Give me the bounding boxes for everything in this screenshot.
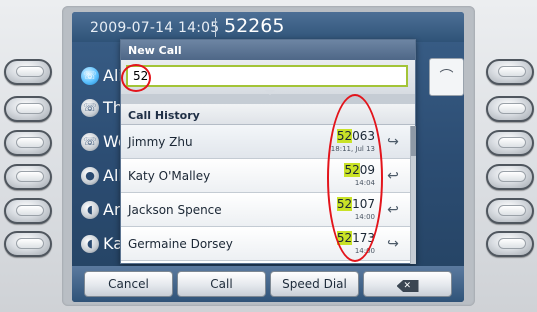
backspace-softkey[interactable]: ✕ <box>363 271 452 297</box>
divider <box>121 94 415 104</box>
number-match: 52 <box>336 197 353 211</box>
call-time: 14:04 <box>354 179 375 187</box>
right-line-key-1[interactable] <box>486 59 534 85</box>
status-divider <box>215 18 216 37</box>
call-time: 18:11, Jul 13 <box>330 145 375 153</box>
contact-number: 52107 <box>336 197 375 211</box>
left-line-key-1[interactable] <box>4 59 52 85</box>
number-rest: 063 <box>352 129 375 143</box>
outgoing-call-icon: ↪ <box>387 236 399 252</box>
number-match: 52 <box>336 231 353 245</box>
call-softkey[interactable]: Call <box>177 271 266 297</box>
contact-number: 52173 <box>336 231 375 245</box>
right-line-key-4[interactable] <box>486 164 534 190</box>
status-bar: 2009-07-14 14:05 52265 <box>72 12 464 42</box>
new-call-dialog: New Call 52 Call History Jimmy Zhu 52063… <box>120 39 416 264</box>
phone-screen: 2009-07-14 14:05 52265 ☏ Ali ☏ Th ☏ We ●… <box>72 12 464 302</box>
contact-number: 5209 <box>344 163 375 177</box>
number-rest: 09 <box>359 163 375 177</box>
entry-pointer <box>265 90 275 95</box>
contact-name: Katy O'Malley <box>128 169 211 183</box>
incoming-call-icon: ↩ <box>387 202 399 218</box>
dial-entry-area: 52 <box>121 60 415 95</box>
hangup-icon: ⌒ <box>439 69 454 85</box>
history-row[interactable]: Katy O'Malley 5209 14:04 ↩ <box>121 159 415 193</box>
dial-input[interactable]: 52 <box>126 65 408 87</box>
right-line-key-6[interactable] <box>486 231 534 257</box>
dialog-title: New Call <box>121 40 415 60</box>
left-line-key-3[interactable] <box>4 130 52 156</box>
contact-name: Germaine Dorsey <box>128 237 233 251</box>
handset-icon: ☏ <box>81 99 99 117</box>
left-line-key-2[interactable] <box>4 96 52 122</box>
call-time: 14:00 <box>354 247 375 255</box>
left-line-key-6[interactable] <box>4 231 52 257</box>
right-line-key-2[interactable] <box>486 96 534 122</box>
backspace-icon: ✕ <box>396 280 419 292</box>
cancel-softkey[interactable]: Cancel <box>84 271 173 297</box>
left-line-key-5[interactable] <box>4 198 52 224</box>
left-line-key-4[interactable] <box>4 164 52 190</box>
number-rest: 107 <box>352 197 375 211</box>
speaker-icon: ◖ <box>81 235 99 253</box>
voicemail-icon: ● <box>81 167 99 185</box>
call-time: 14:00 <box>354 213 375 221</box>
handset-icon: ☏ <box>81 133 99 151</box>
scrollbar-thumb[interactable] <box>411 126 416 156</box>
extension-label: 52265 <box>224 15 285 37</box>
contact-number: 52063 <box>336 129 375 143</box>
outgoing-call-icon: ↪ <box>387 134 399 150</box>
history-row[interactable]: Jimmy Zhu 52063 18:11, Jul 13 ↪ <box>121 125 415 159</box>
history-row[interactable]: Jackson Spence 52107 14:00 ↩ <box>121 193 415 227</box>
contact-name: Jackson Spence <box>128 203 222 217</box>
right-line-key-3[interactable] <box>486 130 534 156</box>
incoming-call-icon: ↩ <box>387 168 399 184</box>
history-row[interactable]: Germaine Dorsey 52173 14:00 ↪ <box>121 227 415 261</box>
number-match: 52 <box>344 163 360 177</box>
number-rest: 173 <box>352 231 375 245</box>
softkey-bar: Cancel Call Speed Dial ✕ <box>72 266 464 302</box>
end-call-button[interactable]: ⌒ <box>429 58 464 96</box>
call-history-header: Call History <box>121 104 415 125</box>
right-line-key-5[interactable] <box>486 198 534 224</box>
speed-dial-softkey[interactable]: Speed Dial <box>270 271 359 297</box>
datetime-label: 2009-07-14 14:05 <box>90 20 220 36</box>
contact-name: Jimmy Zhu <box>128 135 193 149</box>
handset-icon: ☏ <box>81 67 99 85</box>
number-match: 52 <box>336 129 353 143</box>
history-scrollbar[interactable] <box>410 126 416 264</box>
speaker-icon: ◖ <box>81 201 99 219</box>
